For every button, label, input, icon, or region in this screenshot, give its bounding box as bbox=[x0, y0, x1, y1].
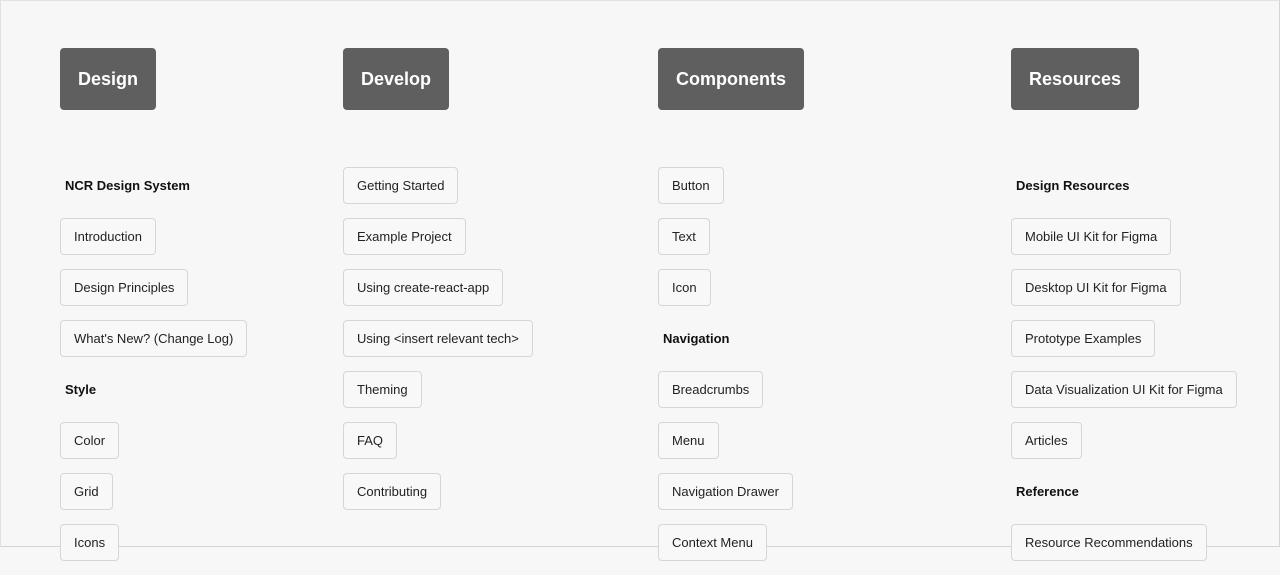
nav-link-chip[interactable]: Prototype Examples bbox=[1011, 320, 1156, 357]
column-header-develop[interactable]: Develop bbox=[343, 48, 450, 110]
nav-link-chip[interactable]: Button bbox=[658, 167, 724, 204]
nav-link-chip[interactable]: Color bbox=[60, 422, 120, 459]
section-heading: Design Resources bbox=[1016, 178, 1130, 193]
column-header-design[interactable]: Design bbox=[60, 48, 157, 110]
nav-link-chip[interactable]: Using create-react-app bbox=[343, 269, 504, 306]
nav-link-chip[interactable]: Using <insert relevant tech> bbox=[343, 320, 533, 357]
column-header-components[interactable]: Components bbox=[658, 48, 804, 110]
nav-link-chip[interactable]: Breadcrumbs bbox=[658, 371, 764, 408]
nav-link-chip[interactable]: Desktop UI Kit for Figma bbox=[1011, 269, 1181, 306]
section-heading: NCR Design System bbox=[65, 178, 190, 193]
nav-link-chip[interactable]: Grid bbox=[60, 473, 113, 510]
nav-link-chip[interactable]: Menu bbox=[658, 422, 719, 459]
nav-link-chip[interactable]: What's New? (Change Log) bbox=[60, 320, 248, 357]
nav-link-chip[interactable]: Introduction bbox=[60, 218, 156, 255]
nav-link-chip[interactable]: Icons bbox=[60, 524, 120, 561]
column-develop: Develop Getting Started Example Project Us… bbox=[343, 48, 533, 510]
nav-link-chip[interactable]: Mobile UI Kit for Figma bbox=[1011, 218, 1172, 255]
nav-link-chip[interactable]: Context Menu bbox=[658, 524, 767, 561]
nav-link-chip[interactable]: Theming bbox=[343, 371, 422, 408]
nav-link-chip[interactable]: Resource Recommendations bbox=[1011, 524, 1207, 561]
nav-link-chip[interactable]: Icon bbox=[658, 269, 711, 306]
column-components: Components Button Text Icon Navigation Bread… bbox=[658, 48, 804, 561]
section-heading: Reference bbox=[1016, 484, 1079, 499]
nav-link-chip[interactable]: FAQ bbox=[343, 422, 398, 459]
nav-link-chip[interactable]: Navigation Drawer bbox=[658, 473, 793, 510]
column-resources: Resources Design Resources Mobile UI Kit … bbox=[1011, 48, 1237, 561]
nav-link-chip[interactable]: Data Visualization UI Kit for Figma bbox=[1011, 371, 1237, 408]
section-heading: Style bbox=[65, 382, 97, 397]
nav-link-chip[interactable]: Design Principles bbox=[60, 269, 189, 306]
column-design: Design NCR Design System Introduction Desi… bbox=[60, 48, 248, 561]
nav-link-chip[interactable]: Contributing bbox=[343, 473, 442, 510]
nav-link-chip[interactable]: Articles bbox=[1011, 422, 1082, 459]
section-heading: Navigation bbox=[663, 331, 730, 346]
nav-link-chip[interactable]: Example Project bbox=[343, 218, 466, 255]
nav-link-chip[interactable]: Getting Started bbox=[343, 167, 459, 204]
nav-link-chip[interactable]: Text bbox=[658, 218, 710, 255]
column-header-resources[interactable]: Resources bbox=[1011, 48, 1140, 110]
